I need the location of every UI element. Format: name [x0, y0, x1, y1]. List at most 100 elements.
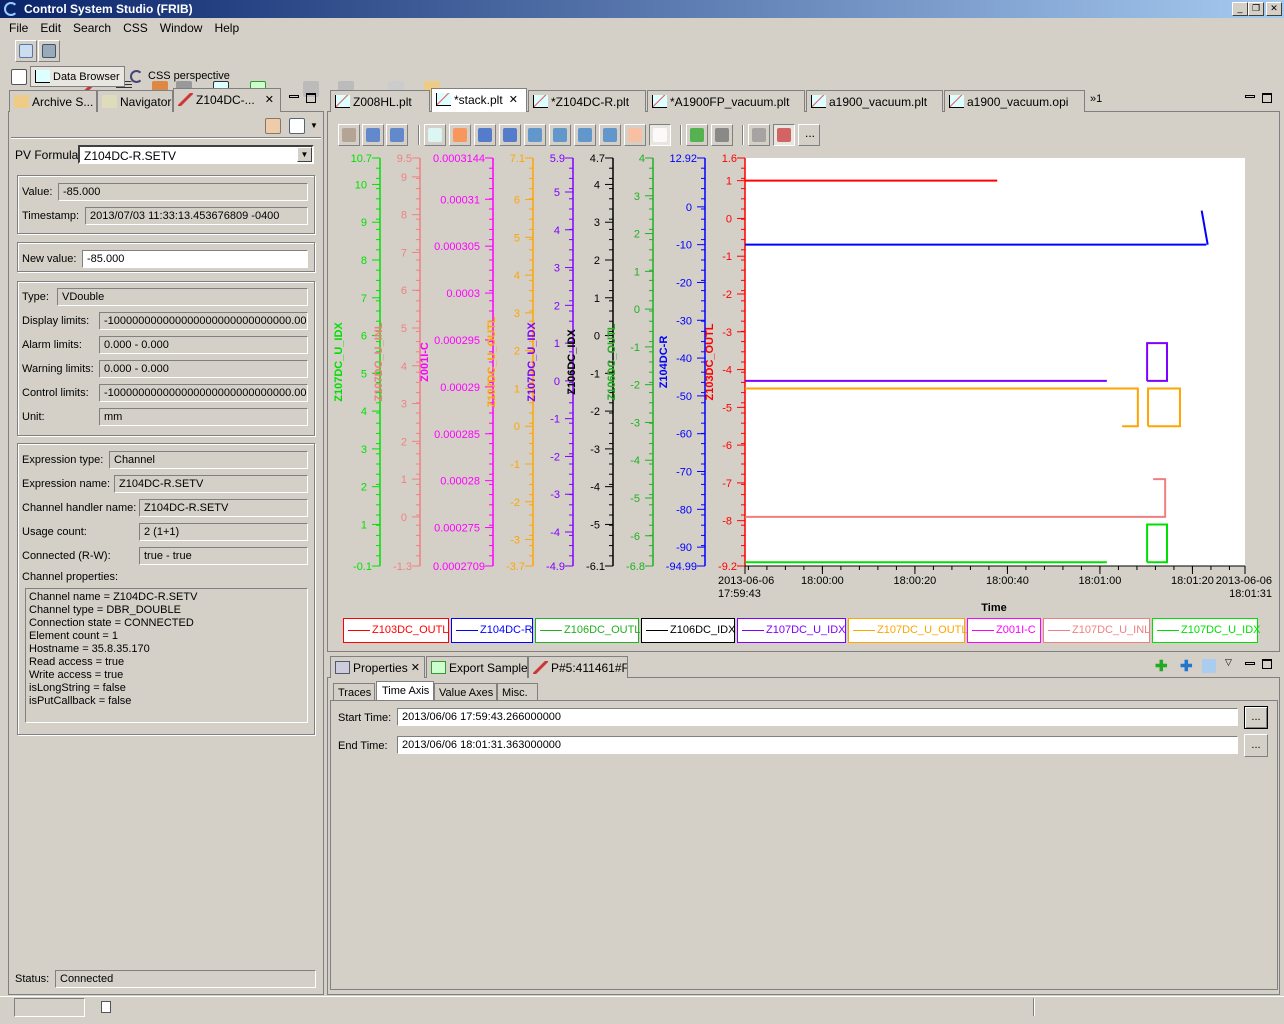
- legend-label: Z104DC-R: [480, 624, 533, 636]
- axis-tick-label: -3: [550, 489, 560, 501]
- legend-item[interactable]: Z104DC-R: [451, 618, 533, 643]
- axis-tick-label: 1: [401, 474, 407, 486]
- axis-tick-label: -70: [676, 467, 692, 479]
- subtab-traces[interactable]: Traces: [333, 683, 375, 701]
- axis-tick-label: -1: [550, 414, 560, 426]
- time-tick-label: 17:59:43: [718, 588, 761, 600]
- axis-tick-label: -0.1: [353, 561, 372, 573]
- tab-probe-view[interactable]: P#5:411461#F: [528, 656, 628, 678]
- axis-tick-label: 0: [401, 512, 407, 524]
- axis-tick-label: 1: [594, 293, 600, 305]
- legend-item[interactable]: Z107DC_U_IDX: [1152, 618, 1261, 643]
- subtab-value-axes[interactable]: Value Axes: [434, 683, 497, 701]
- time-axis-label: Time: [981, 602, 1006, 614]
- value-axis-label: Z106DC_IDX: [566, 329, 578, 395]
- axis-tick-label: 0.000305: [434, 241, 480, 253]
- close-tab-icon[interactable]: ✕: [411, 661, 420, 674]
- legend-item[interactable]: Z103DC_OUTL: [343, 618, 449, 643]
- axis-tick-label: 9: [361, 217, 367, 229]
- legend-swatch: [1048, 629, 1070, 631]
- add-icon[interactable]: ✚: [1155, 657, 1168, 675]
- axis-tick-label: -1: [510, 459, 520, 471]
- axis-tick-label: -4: [550, 527, 560, 539]
- legend-swatch: [456, 629, 478, 631]
- axis-tick-label: -6.1: [586, 561, 605, 573]
- subtab-misc[interactable]: Misc.: [497, 683, 538, 701]
- axis-tick-label: 8: [401, 210, 407, 222]
- axis-tick-label: 0: [594, 331, 600, 343]
- properties-icon: [335, 661, 350, 674]
- axis-tick-label: 6: [514, 195, 520, 207]
- legend-swatch: [972, 629, 994, 631]
- status-label: Status:: [15, 973, 50, 985]
- channel-property: isLongString = false: [29, 682, 126, 694]
- tab-properties[interactable]: Properties ✕: [330, 656, 425, 678]
- view-menu-icon[interactable]: ▽: [1225, 657, 1232, 668]
- axis-tick-label: 12.92: [669, 153, 697, 165]
- axis-tick-label: 1: [634, 266, 640, 278]
- axis-tick-label: 0.0002709: [433, 561, 485, 573]
- end-time-browse-button[interactable]: ...: [1244, 734, 1268, 757]
- status-field: [14, 998, 85, 1017]
- axis-tick-label: 5: [514, 232, 520, 244]
- axis-tick-label: -8: [722, 516, 732, 528]
- axis-tick-label: 10.7: [351, 153, 372, 165]
- value-axis-label: Z104DC-R: [658, 336, 670, 389]
- legend-swatch: [853, 629, 875, 631]
- legend-item[interactable]: Z106DC_OUTL: [535, 618, 640, 643]
- axis-tick-label: -10: [676, 240, 692, 252]
- tab-export-samples[interactable]: Export Samples: [426, 656, 528, 678]
- axis-tick-label: 2: [594, 255, 600, 267]
- maximize-view-icon[interactable]: [1262, 659, 1272, 669]
- axis-tick-label: 4: [594, 179, 600, 191]
- axis-tick-label: -5: [590, 519, 600, 531]
- legend-item[interactable]: Z106DC_IDX: [641, 618, 735, 643]
- minimize-view-icon[interactable]: [1245, 662, 1255, 665]
- axis-tick-label: 3: [594, 217, 600, 229]
- value-axis-label: Z107DC_U_IDX: [526, 322, 538, 402]
- channel-property: isPutCallback = false: [29, 695, 132, 707]
- add-axis-icon[interactable]: ✚: [1180, 657, 1193, 675]
- axis-tick-label: 2: [554, 300, 560, 312]
- axis-tick-label: 0.00029: [440, 382, 480, 394]
- axis-tick-label: -9.2: [718, 561, 737, 573]
- axis-tick-label: 4: [401, 361, 407, 373]
- axis-tick-label: 3: [401, 399, 407, 411]
- axis-tick-label: 0.0003144: [433, 153, 485, 165]
- time-tick-label: 2013-06-06: [1216, 575, 1272, 587]
- time-tick-label: 18:00:40: [986, 575, 1029, 587]
- start-time-browse-button[interactable]: ...: [1244, 706, 1268, 729]
- legend-label: Z107DC_U_IDX: [1181, 624, 1261, 636]
- axis-tick-label: -1.3: [393, 561, 412, 573]
- axis-tick-label: 0: [514, 421, 520, 433]
- legend-item[interactable]: Z107DC_U_OUTL: [848, 618, 967, 643]
- axis-tick-label: 3: [634, 191, 640, 203]
- time-tick-label: 18:01:00: [1079, 575, 1122, 587]
- legend-item[interactable]: Z001I-C: [967, 618, 1041, 643]
- axis-tick-label: -1: [722, 251, 732, 263]
- fast-view-icon[interactable]: [101, 1001, 111, 1013]
- start-time-input[interactable]: 2013/06/06 17:59:43.266000000: [397, 708, 1238, 726]
- subtab-time-axis[interactable]: Time Axis: [376, 681, 434, 701]
- plot-chart[interactable]: -0.110.712345678910Z107DC_U_IDX-1.39.501…: [0, 0, 1284, 660]
- axis-tick-label: 5: [401, 323, 407, 335]
- axis-tick-label: -30: [676, 315, 692, 327]
- axis-tick-label: 0: [554, 376, 560, 388]
- end-time-input[interactable]: 2013/06/06 18:01:31.363000000: [397, 736, 1238, 754]
- status-bar: [0, 996, 1284, 997]
- axis-tick-label: -6: [722, 440, 732, 452]
- legend-item[interactable]: Z107DC_U_IDX: [737, 618, 846, 643]
- axis-tick-label: -60: [676, 429, 692, 441]
- end-time-label: End Time:: [338, 740, 388, 752]
- axis-tick-label: -4: [630, 455, 640, 467]
- legend-swatch: [646, 629, 668, 631]
- tab-label: Properties: [353, 661, 408, 675]
- axis-tick-label: 3: [361, 444, 367, 456]
- axis-tick-label: -3: [510, 535, 520, 547]
- axis-tick-label: -3: [630, 417, 640, 429]
- axis-tick-label: 5: [361, 368, 367, 380]
- legend-swatch: [540, 629, 562, 631]
- legend-item[interactable]: Z107DC_U_INL: [1043, 618, 1150, 643]
- axis-tick-label: -3.7: [506, 561, 525, 573]
- edit-icon[interactable]: [1202, 659, 1216, 673]
